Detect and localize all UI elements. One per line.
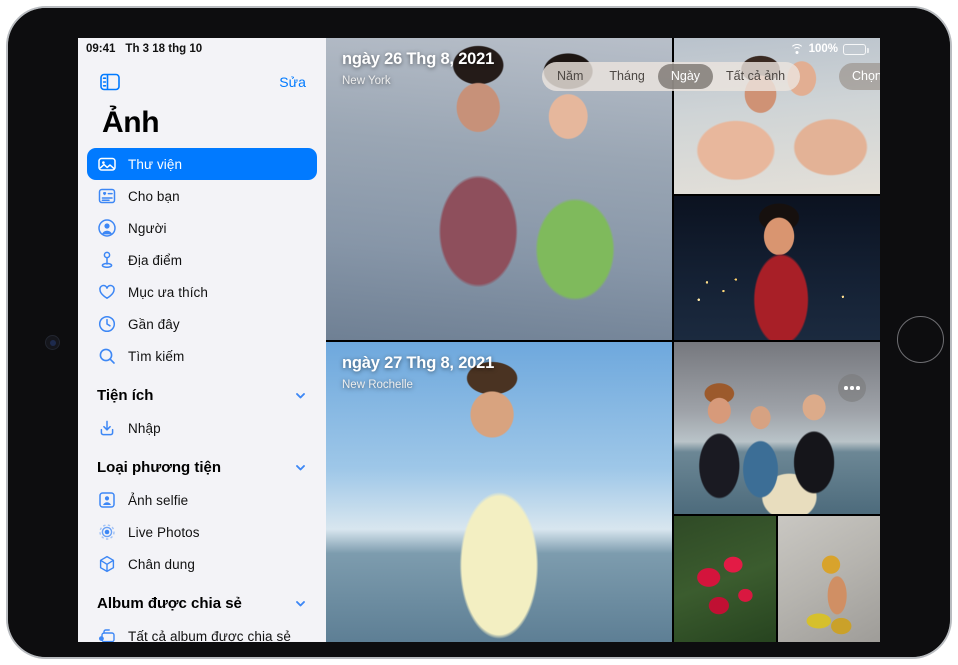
view-mode-segmented-control[interactable]: Năm Tháng Ngày Tất cả ảnh (542, 62, 800, 91)
people-person-icon (97, 218, 117, 238)
photo-thumbnail (674, 342, 880, 514)
search-icon (97, 346, 117, 366)
sidebar-item-label: Live Photos (128, 525, 200, 540)
photo-row (674, 516, 880, 642)
sidebar-toolbar: Sửa (78, 60, 326, 104)
edit-button[interactable]: Sửa (279, 74, 306, 90)
day-date-label: ngày 27 Thg 8, 2021 (342, 354, 494, 374)
device-frame: 09:41 Th 3 18 thg 10 100% (6, 6, 952, 659)
page-title: Ảnh (78, 104, 326, 148)
sidebar-item-label: Cho bạn (128, 189, 180, 204)
photo-thumbnail (674, 196, 880, 340)
day-location-label: New Rochelle (342, 379, 494, 391)
portrait-cube-icon (97, 554, 117, 574)
map-pin-icon (97, 250, 117, 270)
sidebar-item-nhap[interactable]: Nhập (87, 412, 317, 444)
sidebar-item-thu-vien[interactable]: Thư viện (87, 148, 317, 180)
day-header: ngày 26 Thg 8, 2021 New York (342, 50, 494, 87)
chevron-down-icon[interactable] (294, 597, 307, 610)
sidebar-section-label: Loại phương tiện (97, 459, 221, 476)
select-button[interactable]: Chọn (839, 63, 880, 90)
sidebar-section-label: Album được chia sẻ (97, 595, 242, 612)
photo-red-roses[interactable] (674, 516, 776, 642)
segment-ngay[interactable]: Ngày (658, 64, 713, 89)
day-header: ngày 27 Thg 8, 2021 New Rochelle (342, 354, 494, 391)
sidebar-item-label: Tất cả album được chia sẻ (128, 629, 291, 643)
sidebar-item-label: Địa điểm (128, 253, 182, 268)
sidebar-item-label: Chân dung (128, 557, 195, 572)
clock-icon (97, 314, 117, 334)
sidebar-item-nguoi[interactable]: Người (87, 212, 317, 244)
day-section: ngày 27 Thg 8, 2021 New Rochelle (326, 342, 880, 642)
sidebar-item-anh-selfie[interactable]: Ảnh selfie (87, 484, 317, 516)
photo-thumbnail (778, 516, 880, 642)
for-you-icon (97, 186, 117, 206)
heart-icon (97, 282, 117, 302)
more-ellipsis-icon[interactable] (838, 374, 866, 402)
sidebar-section-label: Tiện ích (97, 387, 153, 404)
sidebar-item-label: Gần đây (128, 317, 180, 332)
photo-library-icon (97, 154, 117, 174)
sidebar-item-live-photos[interactable]: Live Photos (87, 516, 317, 548)
sidebar-item-gan-day[interactable]: Gần đây (87, 308, 317, 340)
sidebar-item-label: Thư viện (128, 157, 182, 172)
sidebar: Sửa Ảnh Thư viện (78, 38, 326, 642)
photo-thumbnail (674, 516, 776, 642)
sidebar-item-label: Tìm kiếm (128, 349, 184, 364)
day-location-label: New York (342, 75, 494, 87)
sidebar-item-cho-ban[interactable]: Cho bạn (87, 180, 317, 212)
sidebar-item-tim-kiem[interactable]: Tìm kiếm (87, 340, 317, 372)
photo-night-skyline-portrait[interactable] (674, 196, 880, 340)
segment-tat-ca-anh[interactable]: Tất cả ảnh (713, 64, 798, 89)
sidebar-item-dia-diem[interactable]: Địa điểm (87, 244, 317, 276)
chevron-down-icon[interactable] (294, 389, 307, 402)
sidebar-section-loai-phuong-tien[interactable]: Loại phương tiện (87, 450, 317, 484)
segment-nam[interactable]: Năm (544, 64, 596, 89)
sidebar-item-label: Người (128, 221, 167, 236)
sidebar-item-label: Nhập (128, 421, 161, 436)
sidebar-item-label: Mục ưa thích (128, 285, 208, 300)
ellipsis-dots (844, 386, 860, 390)
photo-group-by-lake[interactable] (674, 342, 880, 514)
segment-thang[interactable]: Tháng (596, 64, 657, 89)
chevron-down-icon[interactable] (294, 461, 307, 474)
sidebar-item-tat-ca-album-duoc-chia-se[interactable]: Tất cả album được chia sẻ (87, 620, 317, 642)
sidebar-item-label: Ảnh selfie (128, 493, 188, 508)
front-camera-icon (46, 336, 59, 349)
sidebar-toggle-icon[interactable] (100, 73, 120, 91)
home-button[interactable] (897, 316, 944, 363)
live-photos-icon (97, 522, 117, 542)
sidebar-item-chan-dung[interactable]: Chân dung (87, 548, 317, 580)
day-date-label: ngày 26 Thg 8, 2021 (342, 50, 494, 70)
photo-grid-area: Năm Tháng Ngày Tất cả ảnh Chọn ngày 26 T… (326, 38, 880, 642)
sidebar-section-tien-ich[interactable]: Tiện ích (87, 378, 317, 412)
photo-still-life-vase[interactable] (778, 516, 880, 642)
sidebar-section-album-duoc-chia-se[interactable]: Album được chia sẻ (87, 586, 317, 620)
ipad-screen: 09:41 Th 3 18 thg 10 100% (78, 38, 880, 642)
import-icon (97, 418, 117, 438)
shared-album-icon (97, 626, 117, 642)
photo-column-right (674, 342, 880, 642)
sidebar-item-muc-ua-thich[interactable]: Mục ưa thích (87, 276, 317, 308)
selfie-icon (97, 490, 117, 510)
